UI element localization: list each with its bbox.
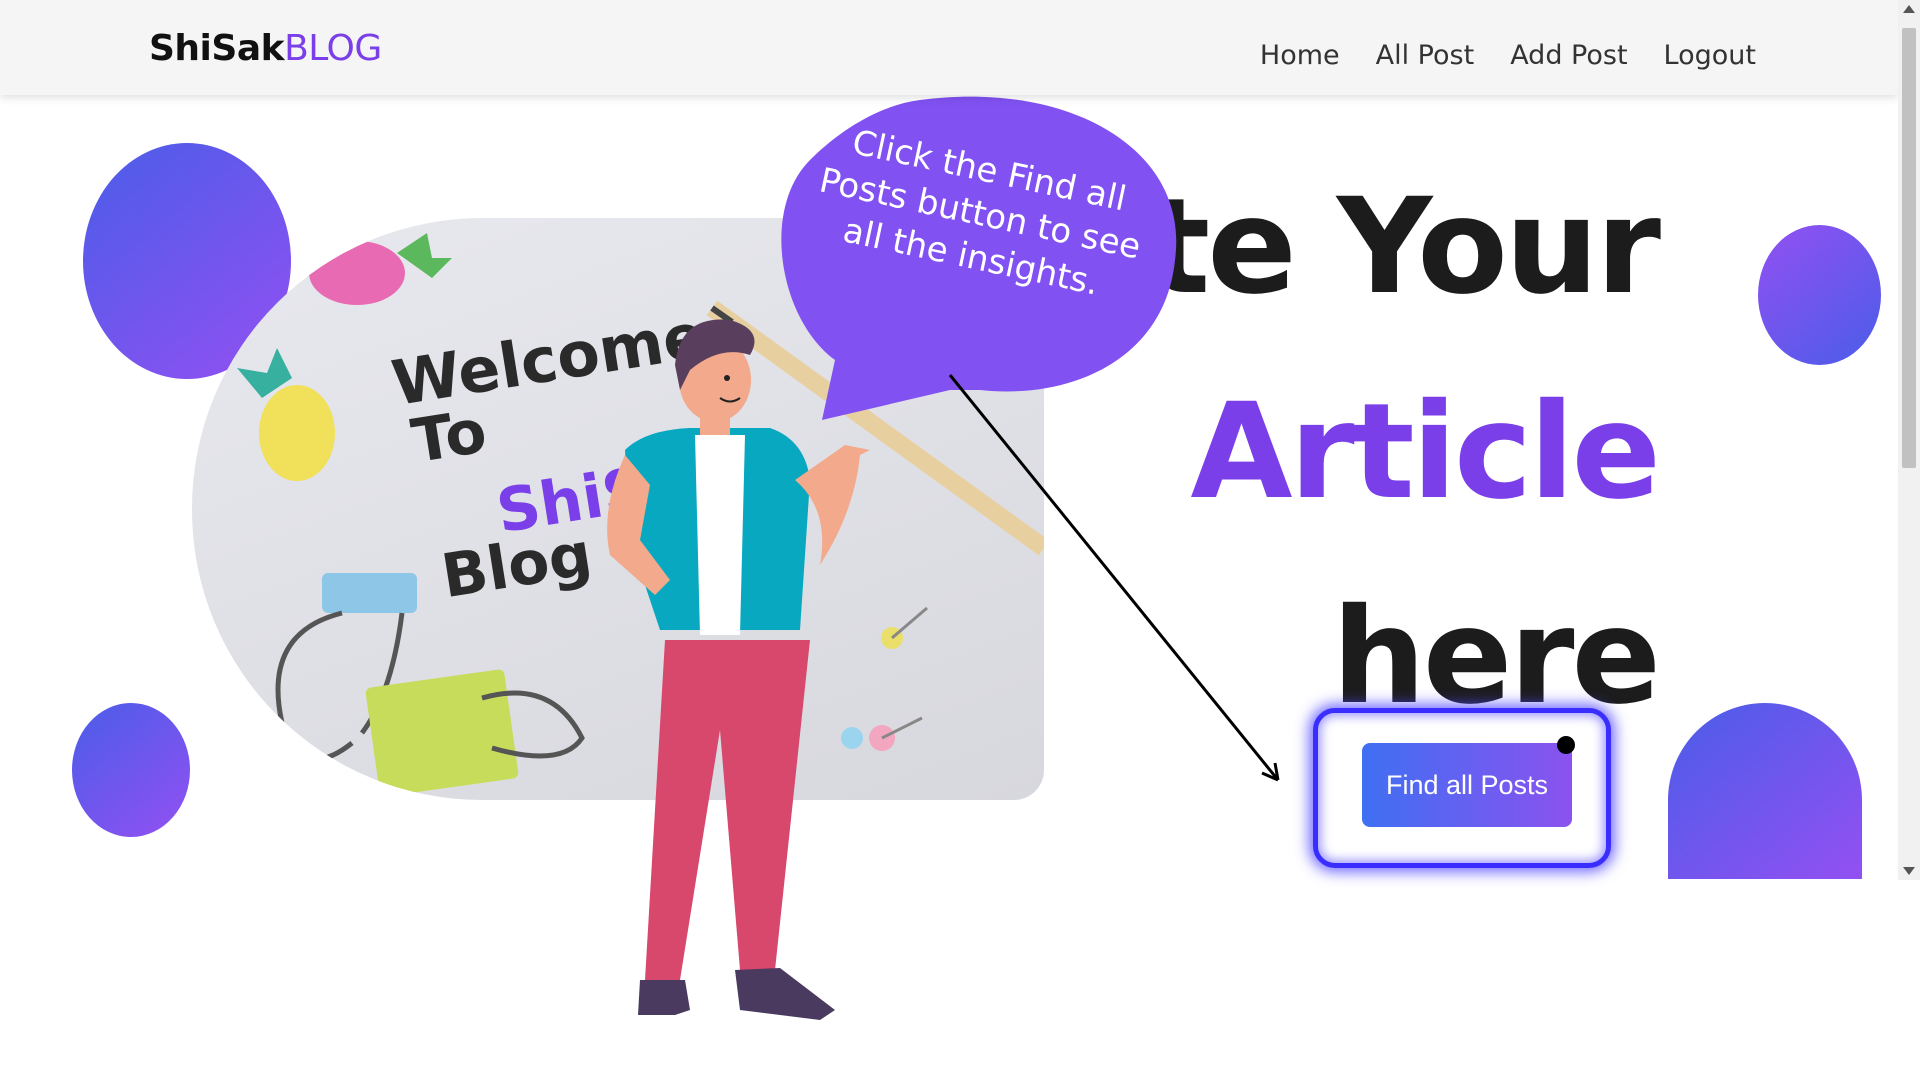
click-marker-dot xyxy=(1557,736,1575,754)
scroll-down-icon[interactable] xyxy=(1903,867,1915,875)
nav-add-post-link[interactable]: Add Post xyxy=(1510,40,1627,71)
vertical-scrollbar[interactable] xyxy=(1898,0,1920,880)
hero-heading-line2: Article xyxy=(1190,375,1661,529)
nav-home-link[interactable]: Home xyxy=(1260,40,1340,71)
brand-name: ShiSak xyxy=(149,28,285,69)
nav-logout-link[interactable]: Logout xyxy=(1664,40,1756,71)
scroll-up-icon[interactable] xyxy=(1903,5,1915,13)
brand-logo[interactable]: ShiSakBLOG xyxy=(149,28,382,69)
navbar: ShiSakBLOG Home All Post Add Post Logout xyxy=(0,0,1898,95)
decorative-blob xyxy=(1668,703,1862,879)
brand-suffix: BLOG xyxy=(284,28,382,69)
nav-all-post-link[interactable]: All Post xyxy=(1376,40,1475,71)
find-all-posts-button[interactable]: Find all Posts xyxy=(1362,743,1572,827)
decorative-blob xyxy=(1758,225,1881,365)
decorative-blob xyxy=(72,703,190,837)
scrollbar-thumb[interactable] xyxy=(1902,28,1916,468)
main-nav: Home All Post Add Post Logout xyxy=(1260,40,1756,71)
image-text-to: To xyxy=(407,396,492,478)
